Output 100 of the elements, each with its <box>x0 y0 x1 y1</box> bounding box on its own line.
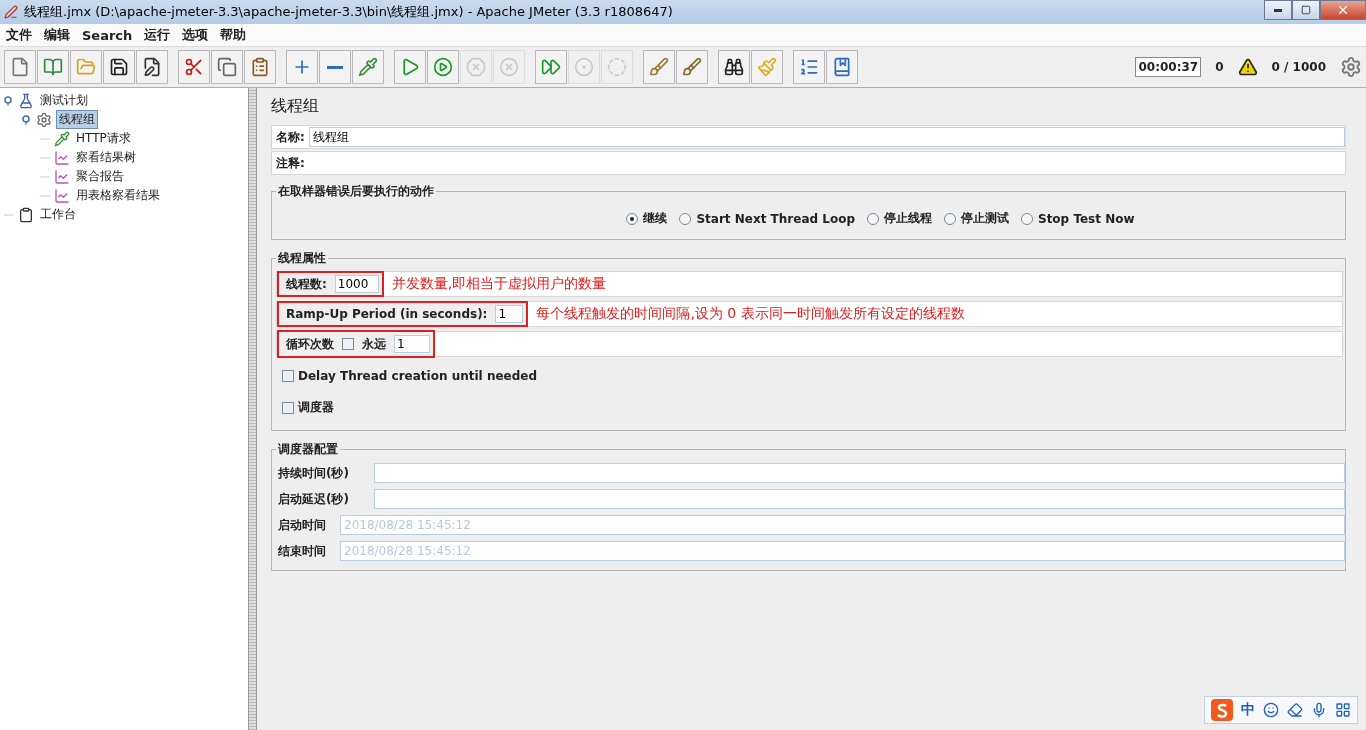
checkbox-label: Delay Thread creation until needed <box>298 369 538 383</box>
error-count: 0 <box>1215 60 1224 74</box>
radio-icon[interactable] <box>679 212 692 225</box>
minus-icon <box>327 65 343 69</box>
radio-label: Stop Test Now <box>1038 211 1135 226</box>
menu-item[interactable]: 运行 <box>138 26 177 44</box>
panel-title: 线程组 <box>271 96 320 117</box>
tree-item[interactable]: 聚合报告 <box>74 168 126 185</box>
gear-icon <box>36 111 52 128</box>
field-label: 结束时间 <box>277 542 327 560</box>
menu-item[interactable]: 选项 <box>176 26 215 44</box>
folder-icon <box>76 57 96 77</box>
pipette-icon <box>54 130 70 147</box>
stop-icon <box>466 57 486 77</box>
list-icon <box>799 57 819 77</box>
dots-icon <box>607 57 627 77</box>
field-label: 循环次数 <box>285 335 335 353</box>
annotation-note: 并发数量,即相当于虚拟用户的数量 <box>391 275 607 293</box>
grid-icon[interactable] <box>1335 702 1351 718</box>
toolbar-button[interactable] <box>136 50 168 84</box>
text-field[interactable] <box>374 489 1345 509</box>
broom-icon <box>649 57 669 77</box>
tree-item[interactable]: 线程组 <box>56 110 98 129</box>
radio-icon[interactable] <box>867 212 879 225</box>
checkbox-label: 永远 <box>361 335 387 353</box>
radio-label: Start Next Thread Loop <box>696 211 855 226</box>
annotation-note: 每个线程触发的时间间隔,设为 0 表示同一时间触发所有设定的线程数 <box>536 305 965 323</box>
field-label: 名称: <box>275 128 306 146</box>
thread-count: 0 / 1000 <box>1271 60 1326 74</box>
book-icon <box>43 57 63 77</box>
elapsed-timer: 00:00:37 <box>1135 57 1202 77</box>
text-field[interactable] <box>374 463 1345 483</box>
close-icon <box>1336 3 1350 17</box>
eraser-icon[interactable] <box>1287 702 1303 718</box>
broom-icon <box>682 57 702 77</box>
radio-option[interactable]: Stop Test Now <box>1021 210 1135 227</box>
microphone-icon[interactable] <box>1311 702 1327 718</box>
field-label: 线程数: <box>285 275 328 293</box>
maximize-icon <box>1301 5 1311 15</box>
group-title: 在取样器错误后要执行的动作 <box>277 183 435 200</box>
radio-icon[interactable] <box>626 212 639 225</box>
play-icon <box>433 57 453 77</box>
flask-icon <box>18 92 34 109</box>
help-book-icon <box>832 57 852 77</box>
checkbox[interactable] <box>282 370 294 382</box>
tree-item[interactable]: 用表格察看结果 <box>74 187 162 204</box>
field-label: 注释: <box>275 154 306 172</box>
radio-label: 停止测试 <box>961 210 1009 227</box>
clipboard-icon <box>250 57 270 77</box>
radio-option[interactable]: Start Next Thread Loop <box>679 210 855 227</box>
field-label: 启动时间 <box>277 516 327 534</box>
field-label: Ramp-Up Period (in seconds): <box>285 307 489 321</box>
radio-option[interactable]: 停止线程 <box>867 210 932 227</box>
play-icon <box>400 57 420 77</box>
radio-option[interactable]: 停止测试 <box>944 210 1009 227</box>
feather-icon <box>4 5 18 19</box>
tree-item[interactable]: HTTP请求 <box>74 130 133 147</box>
pencil-document-icon <box>142 57 162 77</box>
radio-label: 停止线程 <box>884 210 932 227</box>
menu-item[interactable]: Search <box>76 27 139 43</box>
ime-logo-icon[interactable] <box>1211 699 1233 721</box>
checkbox[interactable] <box>282 401 294 414</box>
minimize-button[interactable] <box>1264 0 1292 20</box>
maximize-button[interactable] <box>1292 0 1320 20</box>
binoculars-icon <box>724 57 744 77</box>
clipboard-icon <box>18 206 34 223</box>
brush-icon <box>757 57 777 77</box>
radio-icon[interactable] <box>1021 212 1033 225</box>
menu-item[interactable]: 编辑 <box>38 26 76 44</box>
double-play-icon <box>541 57 561 77</box>
minimize-icon <box>1274 8 1282 12</box>
smiley-icon[interactable] <box>1263 702 1279 718</box>
close-button[interactable] <box>1320 0 1366 20</box>
toolbar-button[interactable] <box>718 50 750 84</box>
document-icon <box>10 57 30 77</box>
warning-icon <box>1237 57 1258 77</box>
field-label: 启动延迟(秒) <box>277 490 350 508</box>
menu-item[interactable]: 文件 <box>0 26 38 44</box>
name-field[interactable]: 线程组 <box>308 127 1345 147</box>
ime-language-toggle[interactable]: 中 <box>1241 701 1255 719</box>
toolbar-button[interactable] <box>103 50 135 84</box>
chart-icon <box>54 187 70 204</box>
loop-count-field[interactable]: 1 <box>394 335 430 353</box>
window-title: 线程组.jmx (D:\apache-jmeter-3.3\apache-jmeter-3.3\bin\线程组.jmx) - Apache JMeter (3.3 r1808647) <box>24 3 673 21</box>
expanded-handle-icon[interactable] <box>22 114 32 125</box>
radio-icon[interactable] <box>944 212 956 225</box>
threads-field[interactable]: 1000 <box>334 275 379 293</box>
checkbox[interactable] <box>342 338 354 350</box>
expanded-handle-icon[interactable] <box>4 95 14 106</box>
ramp-up-field[interactable]: 1 <box>495 305 524 323</box>
tree-item[interactable]: 测试计划 <box>38 92 90 109</box>
pipette-icon <box>358 57 378 77</box>
menu-item[interactable]: 帮助 <box>214 26 253 44</box>
tree-item[interactable]: 察看结果树 <box>74 149 138 166</box>
radio-label: 继续 <box>643 210 668 227</box>
tree-item[interactable]: 工作台 <box>38 206 78 223</box>
x-circle-icon <box>499 57 519 77</box>
checkbox-label: 调度器 <box>298 399 334 416</box>
group-title: 线程属性 <box>277 250 327 267</box>
radio-option[interactable]: 继续 <box>626 210 668 227</box>
